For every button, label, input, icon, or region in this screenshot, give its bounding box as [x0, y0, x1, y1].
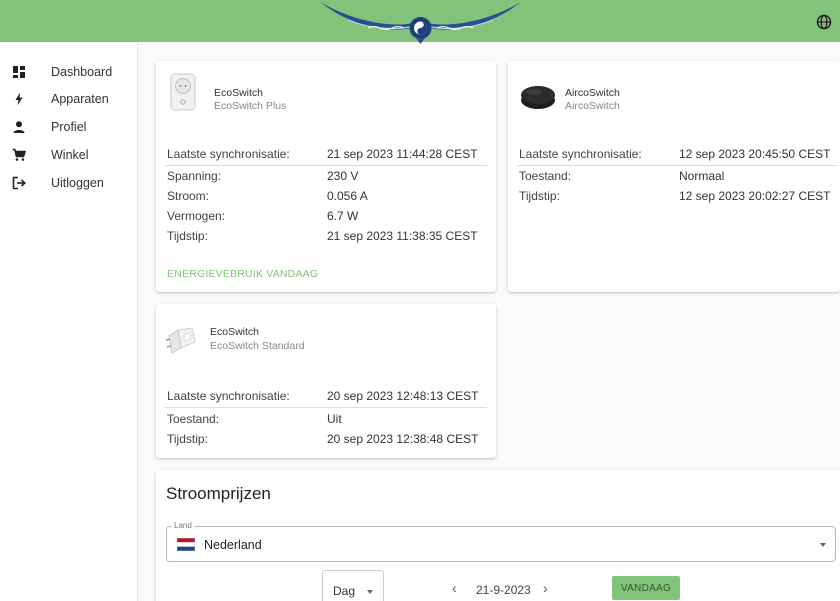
period-select[interactable]: Dag	[322, 570, 384, 601]
chevron-down-icon	[820, 543, 826, 547]
toestand-label: Toestand:	[519, 169, 572, 183]
device-card-ecoswitch-plus: EcoSwitch EcoSwitch Plus Laatste synchro…	[156, 61, 496, 292]
toestand-label: Toestand:	[167, 412, 220, 426]
country-select[interactable]: Land Nederland	[166, 521, 836, 562]
toestand-value: Normaal	[679, 169, 725, 183]
divider	[165, 407, 487, 408]
tijdstip-value: 21 sep 2023 11:38:35 CEST	[327, 229, 478, 243]
spanning-value: 230 V	[327, 169, 359, 183]
device-name: EcoSwitch	[210, 326, 260, 338]
plug-adapter-icon	[165, 327, 196, 354]
cart-icon	[12, 148, 26, 161]
sync-value: 21 sep 2023 11:44:28 CEST	[327, 147, 478, 161]
tijdstip-label: Tijdstip:	[167, 432, 208, 446]
sidebar: Dashboard Apparaten Profiel Winkel Uitlo…	[0, 42, 138, 601]
sidebar-item-profiel[interactable]: Profiel	[0, 117, 137, 139]
device-card-ecoswitch-standard: EcoSwitch EcoSwitch Standard Laatste syn…	[156, 304, 496, 458]
sidebar-item-label: Dashboard	[51, 65, 113, 79]
sidebar-item-apparaten[interactable]: Apparaten	[0, 89, 137, 111]
sidebar-item-label: Uitloggen	[51, 176, 104, 190]
tijdstip-label: Tijdstip:	[167, 229, 208, 243]
energy-usage-today-button[interactable]: ENERGIEVEBRUIK VANDAAG	[167, 268, 318, 280]
period-select-value: Dag	[333, 584, 356, 598]
winged-emblem-logo-icon[interactable]	[318, 0, 523, 44]
person-icon	[13, 121, 25, 133]
previous-date-button[interactable]: ‹	[452, 580, 457, 596]
device-name: AircoSwitch	[565, 87, 620, 99]
device-model: EcoSwitch Standard	[210, 340, 305, 352]
tijdstip-value: 20 sep 2023 12:38:48 CEST	[327, 432, 479, 446]
divider	[165, 165, 487, 166]
chevron-down-icon	[367, 590, 373, 594]
logout-icon	[12, 176, 26, 190]
lightning-icon	[15, 92, 23, 106]
sidebar-item-winkel[interactable]: Winkel	[0, 145, 137, 167]
sync-label: Laatste synchronisatie:	[519, 147, 642, 161]
sync-label: Laatste synchronisatie:	[167, 389, 290, 403]
sidebar-item-dashboard[interactable]: Dashboard	[0, 62, 137, 84]
country-select-value: Nederland	[204, 538, 262, 552]
country-select-label: Land	[172, 521, 194, 530]
sidebar-item-uitloggen[interactable]: Uitloggen	[0, 173, 137, 195]
globe-icon[interactable]	[816, 14, 832, 30]
today-button[interactable]: VANDAAG	[612, 576, 680, 600]
tijdstip-value: 12 sep 2023 20:02:27 CEST	[679, 189, 831, 203]
stroom-value: 0.056 A	[327, 189, 368, 203]
ir-puck-icon	[521, 86, 555, 109]
tijdstip-label: Tijdstip:	[519, 189, 560, 203]
device-name: EcoSwitch	[214, 87, 264, 99]
sync-label: Laatste synchronisatie:	[167, 147, 290, 161]
sync-value: 20 sep 2023 12:48:13 CEST	[327, 389, 479, 403]
device-model: EcoSwitch Plus	[214, 100, 287, 112]
divider	[517, 165, 838, 166]
toestand-value: Uit	[327, 412, 342, 426]
sidebar-item-label: Winkel	[51, 148, 89, 162]
next-date-button[interactable]: ›	[543, 580, 548, 596]
smart-plug-icon	[170, 73, 196, 111]
sidebar-item-label: Apparaten	[51, 92, 109, 106]
selected-date: 21-9-2023	[476, 583, 531, 597]
vermogen-label: Vermogen:	[167, 209, 226, 223]
device-card-aircoswitch: AircoSwitch AircoSwitch Laatste synchron…	[508, 61, 840, 292]
spanning-label: Spanning:	[167, 169, 222, 183]
sync-value: 12 sep 2023 20:45:50 CEST	[679, 147, 831, 161]
top-app-bar	[0, 0, 840, 44]
stroom-label: Stroom:	[167, 189, 210, 203]
vermogen-value: 6.7 W	[327, 209, 359, 223]
sidebar-item-label: Profiel	[51, 120, 87, 134]
netherlands-flag-icon	[177, 538, 195, 551]
electricity-prices-card: Stroomprijzen Land Nederland Dag ‹ 21-9-…	[156, 470, 840, 601]
device-model: AircoSwitch	[565, 100, 620, 112]
prices-title: Stroomprijzen	[166, 484, 271, 503]
dashboard-icon	[13, 66, 25, 78]
